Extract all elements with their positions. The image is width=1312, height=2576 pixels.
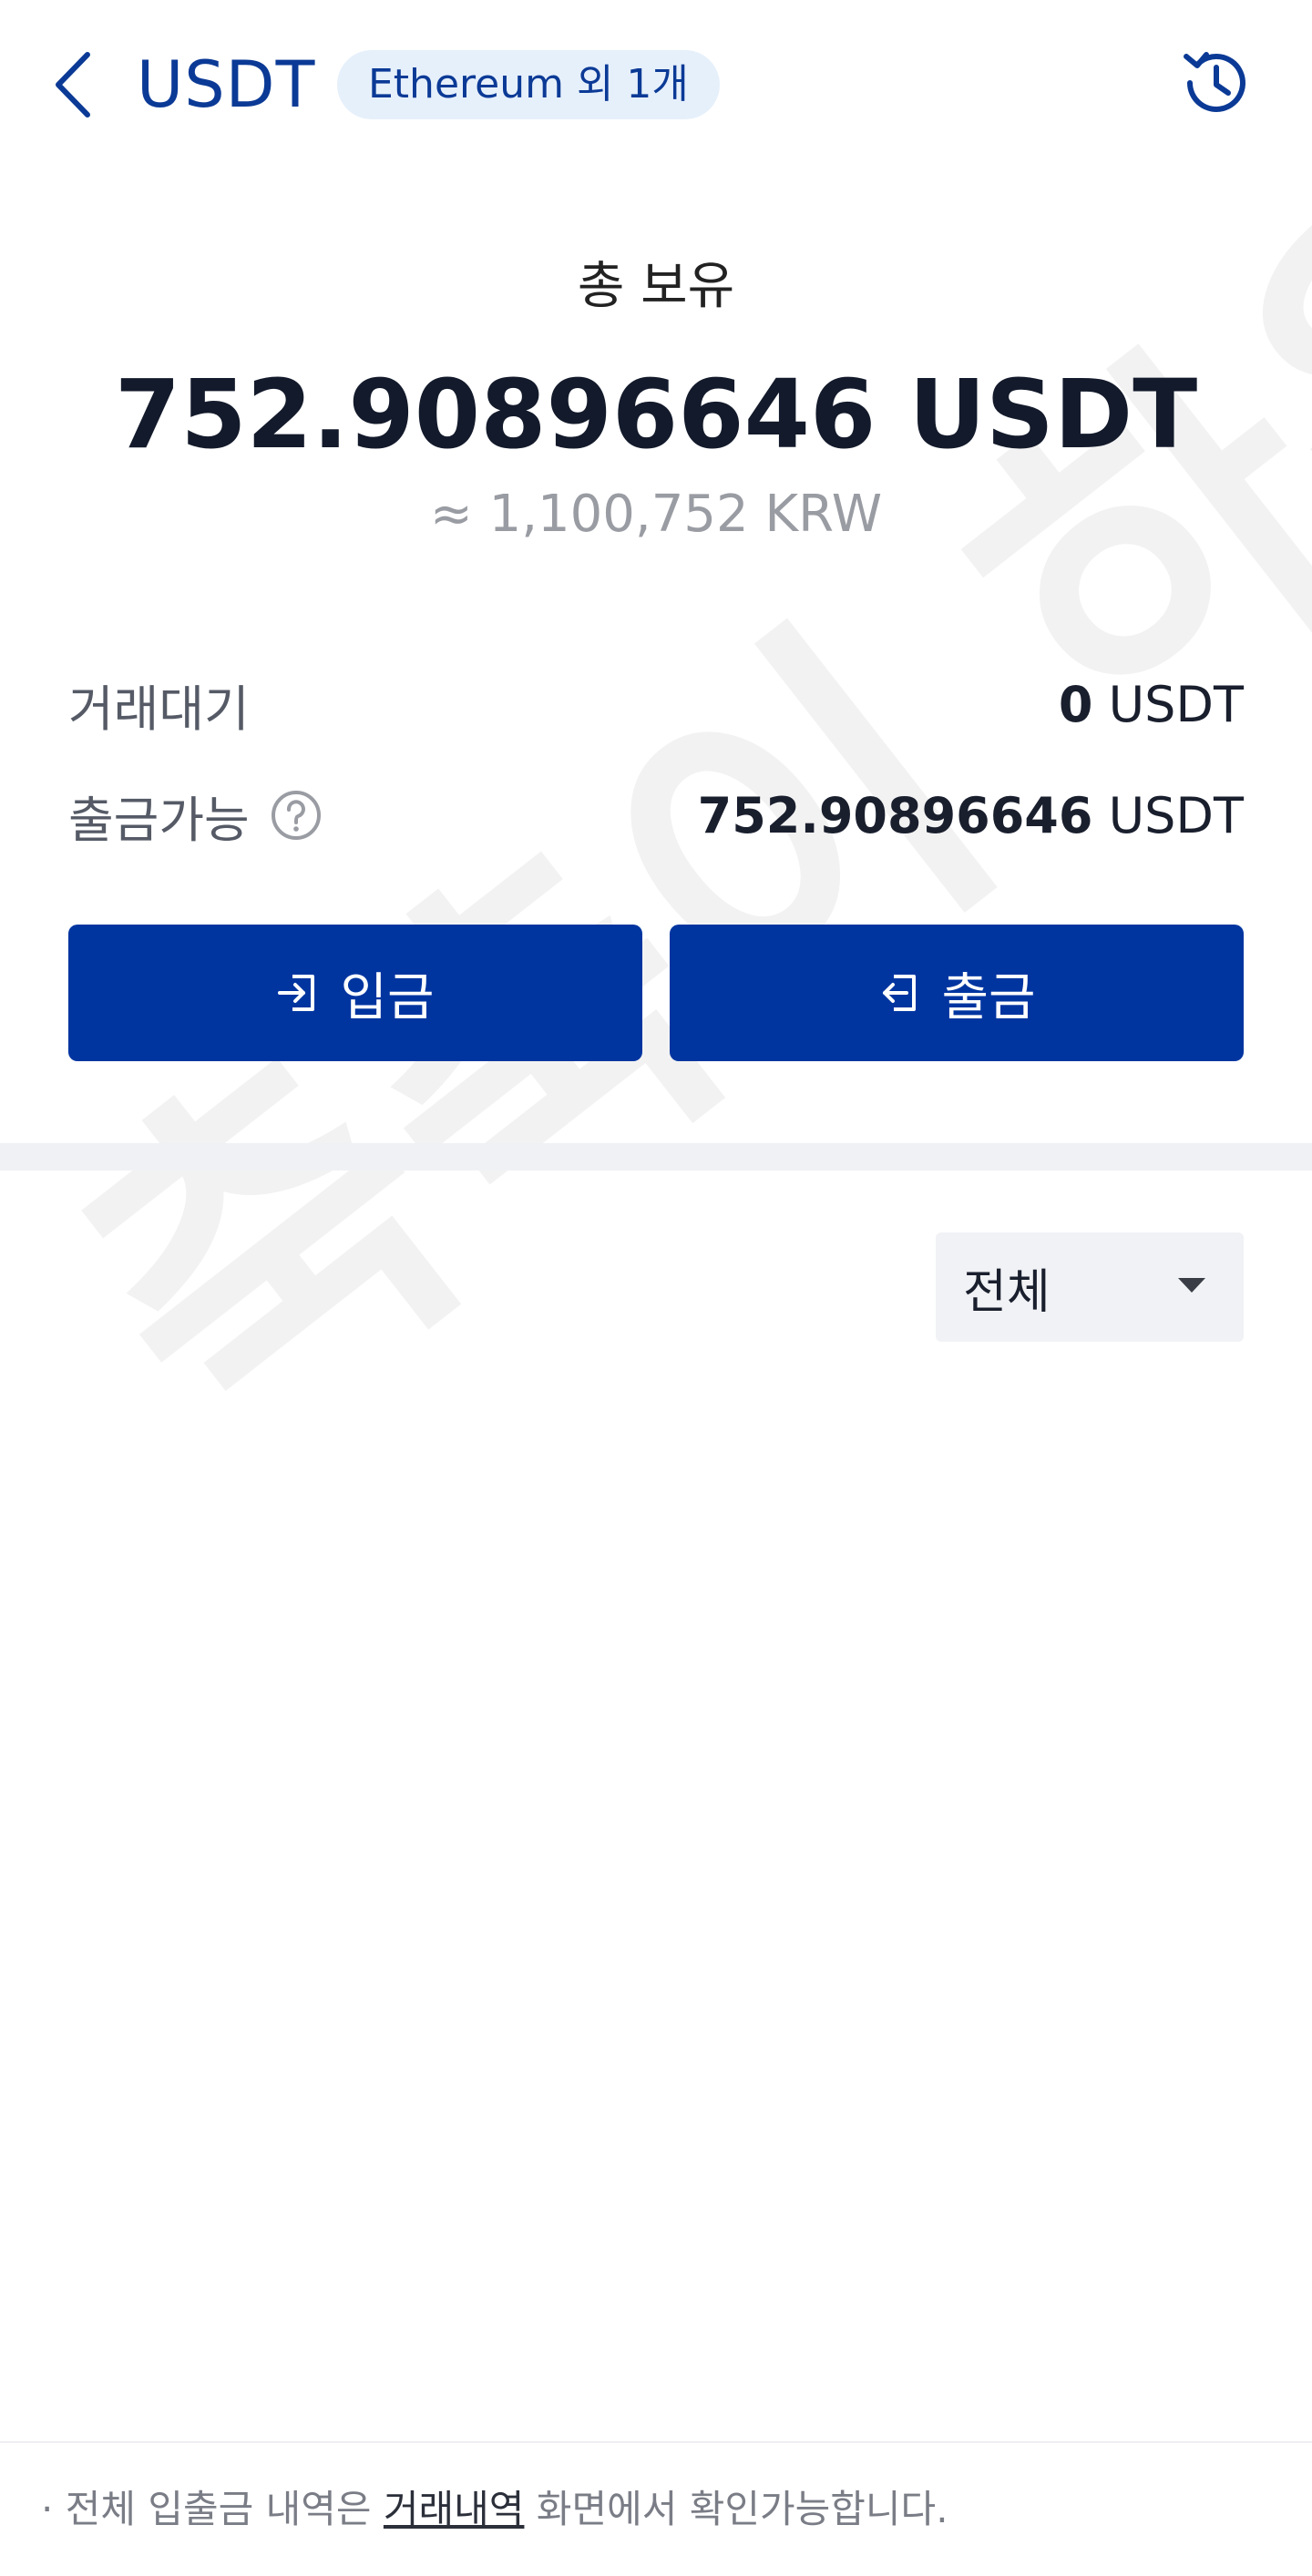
network-chip[interactable]: Ethereum 외 1개 [337, 50, 720, 119]
total-holdings-label: 총 보유 [577, 257, 735, 316]
page-title: USDT [137, 47, 316, 122]
header: USDT Ethereum 외 1개 [0, 0, 1312, 173]
withdrawable-unit: USDT [1108, 786, 1244, 844]
pending-label: 거래대기 [68, 680, 250, 738]
pending-value: 0 USDT [1059, 676, 1244, 733]
footer-bullet: · [41, 2487, 54, 2531]
withdrawable-label: 출금가능 [68, 791, 250, 849]
usdt-wallet-page: 축축이 하우스 USDT Ethereum 외 1개 총 보유 752.908 [0, 0, 1312, 2576]
pending-unit: USDT [1108, 675, 1244, 733]
krw-equivalent: ≈ 1,100,752 KRW [429, 485, 883, 544]
transaction-history-link[interactable]: 거래내역 [384, 2487, 525, 2531]
caret-down-icon [1176, 1276, 1207, 1298]
withdrawable-amount: 752.90896646 [697, 786, 1093, 844]
footer-note: · 전체 입출금 내역은 거래내역 화면에서 확인가능합니다. [41, 2482, 948, 2537]
withdraw-label: 출금 [941, 967, 1036, 1027]
deposit-arrow-icon [276, 971, 320, 1015]
back-button[interactable] [46, 46, 100, 128]
transaction-filter-select[interactable]: 전체 [936, 1232, 1244, 1342]
footer-prefix: 전체 입출금 내역은 [53, 2487, 384, 2531]
withdrawable-balance-row: 출금가능 752.90896646 USDT [68, 774, 1244, 856]
question-circle-icon[interactable] [270, 789, 323, 842]
total-holdings-amount: 752.90896646 USDT [114, 359, 1198, 470]
pending-balance-row: 거래대기 0 USDT [68, 663, 1244, 745]
deposit-button[interactable]: 입금 [68, 925, 642, 1061]
history-clock-icon [1177, 44, 1256, 126]
footer-divider [0, 2441, 1312, 2443]
withdrawable-label-group: 출금가능 [68, 780, 323, 852]
chevron-left-icon [53, 49, 93, 124]
withdrawable-value: 752.90896646 USDT [698, 787, 1244, 844]
pending-amount: 0 [1058, 675, 1093, 733]
history-button[interactable] [1175, 44, 1257, 126]
filter-selected-value: 전체 [963, 1264, 1051, 1320]
section-divider [0, 1143, 1312, 1170]
holdings-summary: 총 보유 752.90896646 USDT ≈ 1,100,752 KRW [0, 250, 1312, 551]
withdraw-arrow-icon [877, 971, 921, 1015]
footer-suffix: 화면에서 확인가능합니다. [524, 2487, 948, 2531]
withdraw-button[interactable]: 출금 [670, 925, 1244, 1061]
deposit-label: 입금 [340, 967, 435, 1027]
